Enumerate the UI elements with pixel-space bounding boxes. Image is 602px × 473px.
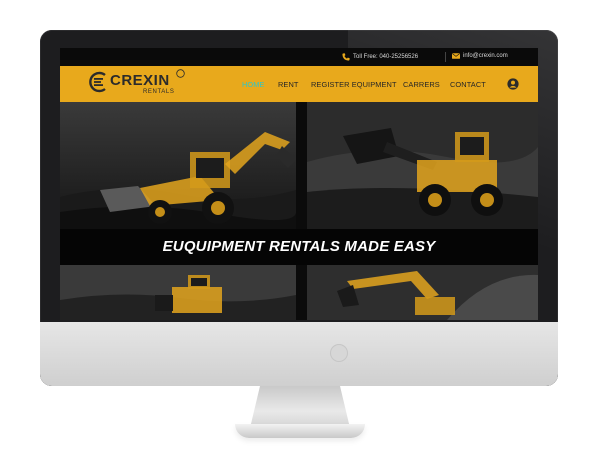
mail-icon [452, 53, 460, 59]
brand-logo[interactable]: CREXIN RENTALS [88, 69, 188, 99]
phone-label: Toll Free: 040-25256526 [353, 54, 419, 60]
crexin-logo-icon [89, 71, 106, 93]
topbar-divider [445, 52, 446, 62]
phone-contact[interactable]: Toll Free: 040-25256526 [342, 53, 418, 61]
brand-name: CREXIN [110, 72, 170, 89]
nav-register-equipment[interactable]: REGISTER EQUIPMENT [311, 80, 397, 89]
nav-home[interactable]: HOME [242, 80, 265, 89]
excavator-photo [307, 265, 538, 320]
monitor-chin [40, 322, 558, 386]
backhoe-loader-photo [60, 102, 296, 229]
user-account-icon[interactable] [507, 78, 519, 90]
brand-subtitle: RENTALS [143, 89, 175, 95]
main-navbar: CREXIN RENTALS HOME RENT REGISTER EQUIPM… [60, 66, 538, 102]
website-screen: Toll Free: 040-25256526 info@crexin.com … [60, 48, 538, 320]
wheel-loader-photo [307, 102, 538, 229]
contact-bar: Toll Free: 040-25256526 info@crexin.com [60, 48, 538, 66]
monitor-logo-icon [330, 344, 348, 362]
phone-icon [342, 53, 350, 61]
hero-tagline: EUQUIPMENT RENTALS MADE EASY [60, 229, 538, 265]
registered-mark-icon [176, 69, 185, 78]
nav-careers[interactable]: CARRERS [403, 80, 440, 89]
monitor-base [235, 424, 365, 438]
email-contact[interactable]: info@crexin.com [452, 53, 508, 59]
nav-rent[interactable]: RENT [278, 80, 299, 89]
dozer-photo [60, 265, 296, 320]
email-label: info@crexin.com [463, 53, 508, 59]
nav-contact[interactable]: CONTACT [450, 80, 486, 89]
monitor-stand [250, 386, 350, 428]
